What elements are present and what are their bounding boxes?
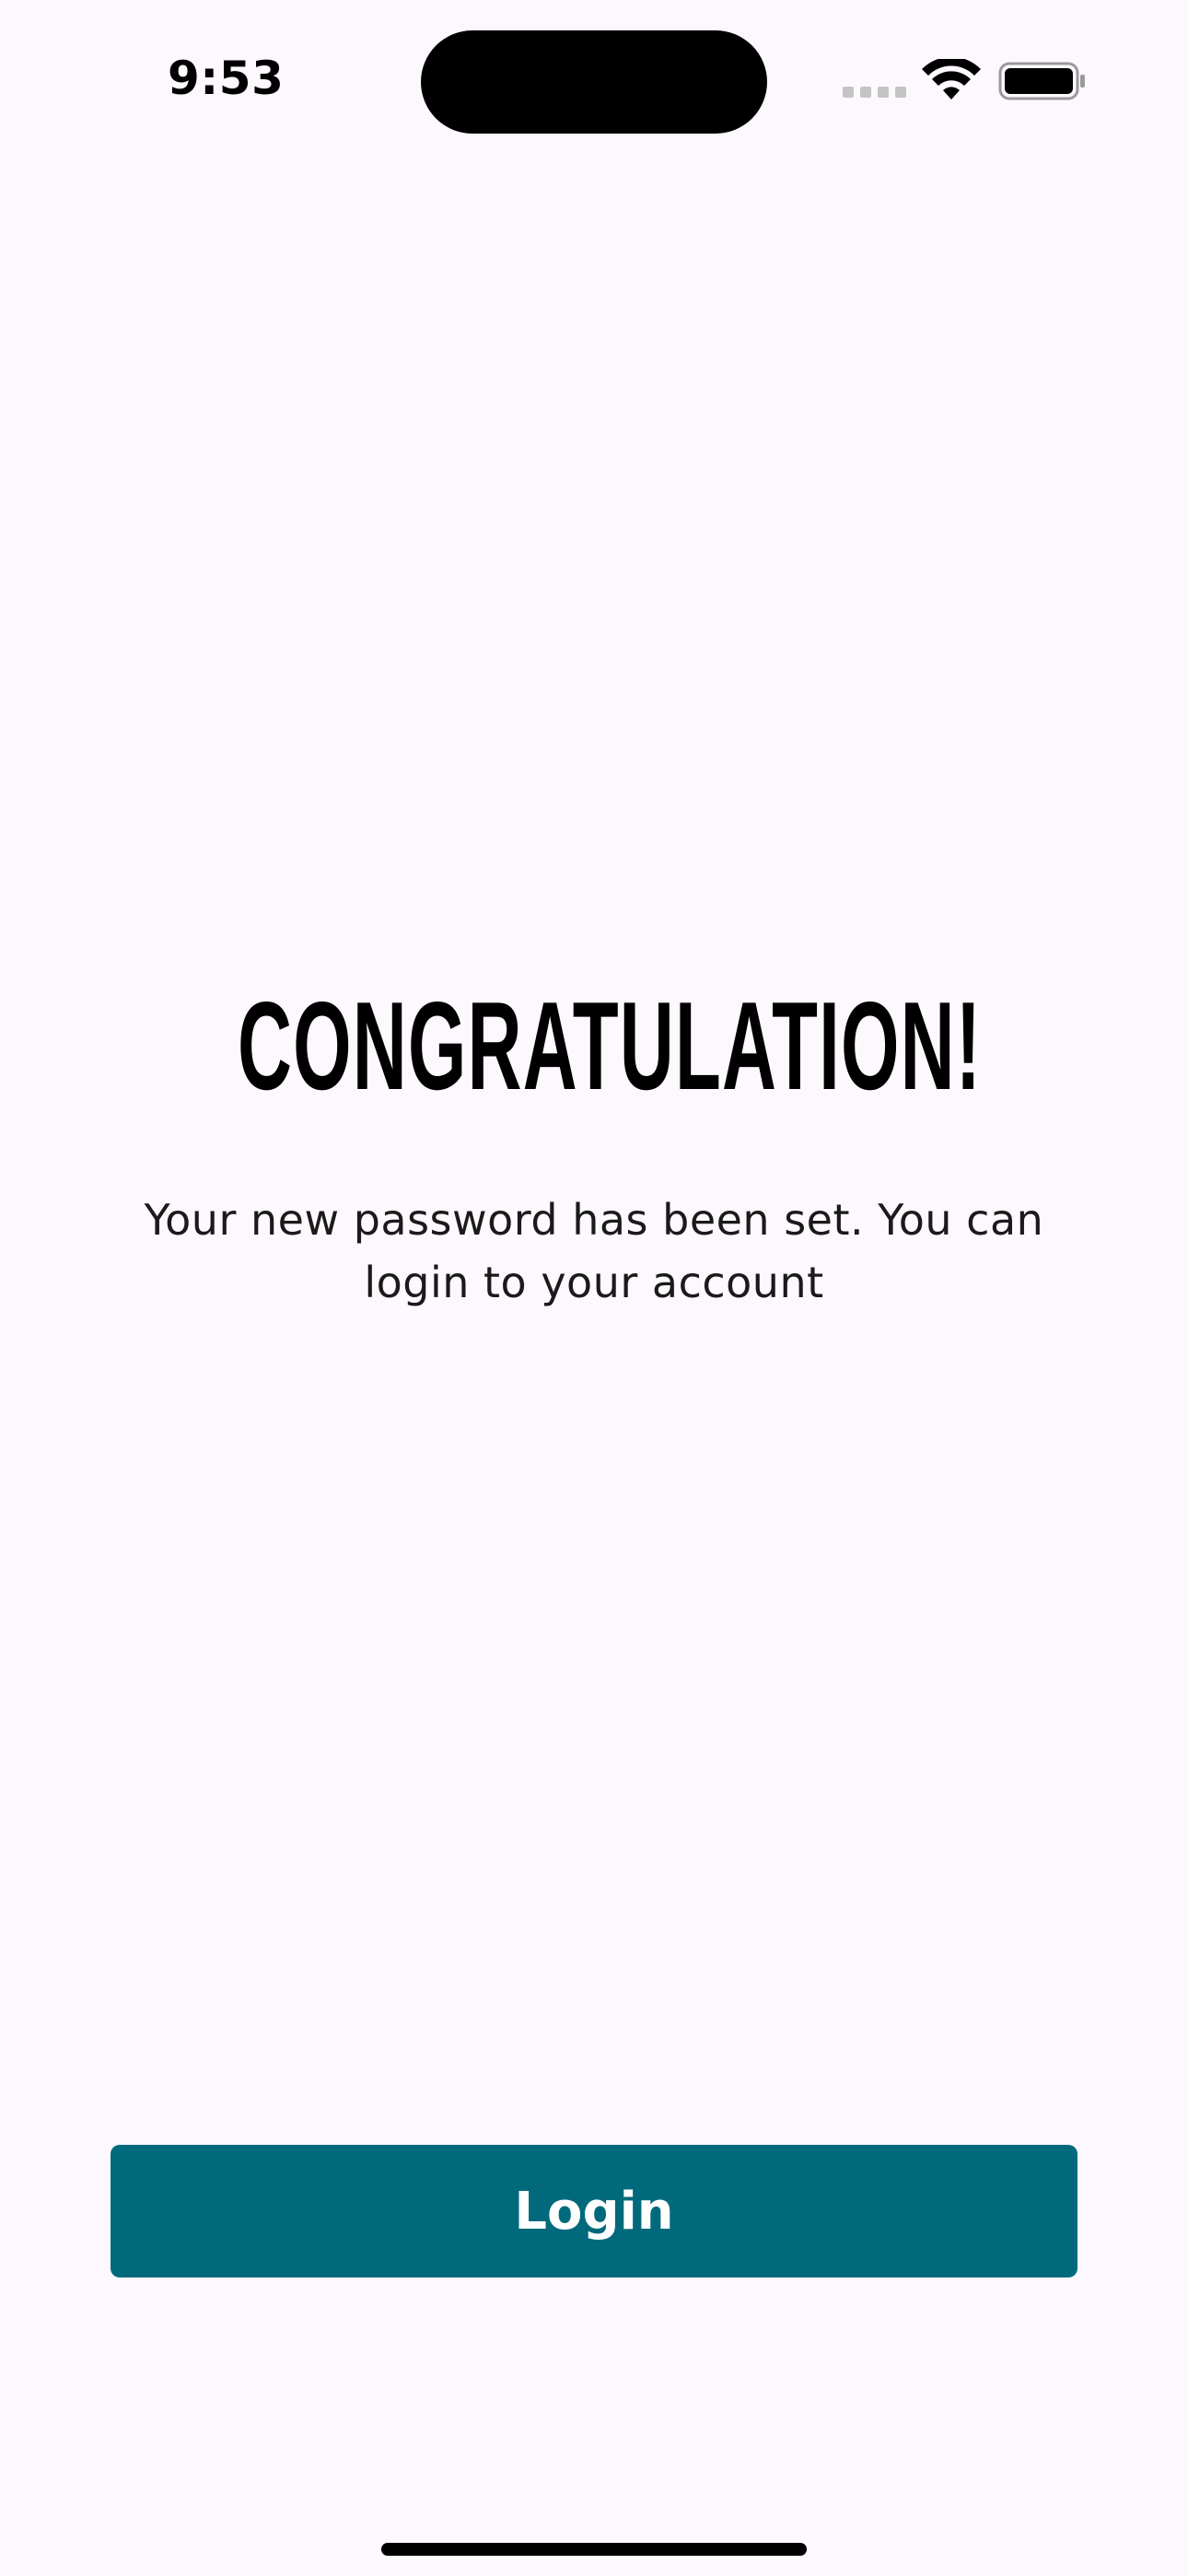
page-title: CONGRATULATION!: [237, 976, 983, 1116]
status-time: 9:53: [168, 52, 285, 105]
battery-icon: [998, 62, 1085, 100]
success-message: Your new password has been set. You can …: [144, 1195, 1044, 1307]
home-indicator[interactable]: [381, 2543, 807, 2556]
signal-icon: [843, 87, 907, 100]
success-screen: 9:53 CONGRATULATION! Your new password h…: [0, 0, 1188, 2576]
login-button[interactable]: Login: [111, 2145, 1077, 2277]
wifi-icon: [922, 59, 981, 100]
dynamic-island: [421, 30, 767, 134]
